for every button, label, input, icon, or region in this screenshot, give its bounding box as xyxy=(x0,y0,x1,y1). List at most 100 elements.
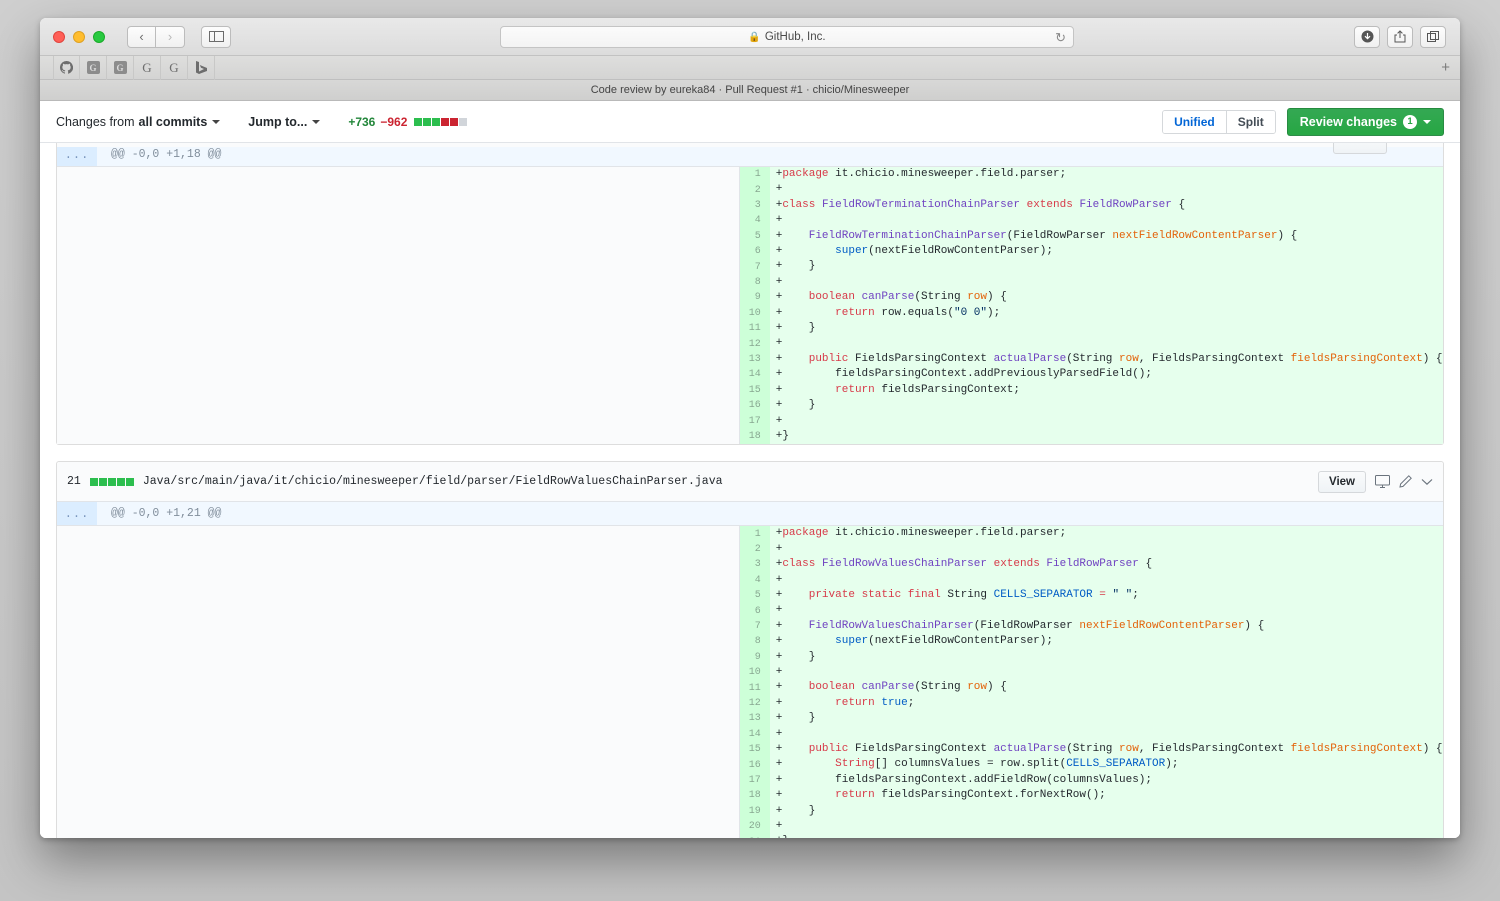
code-token: canParse xyxy=(861,681,915,694)
diff-code-cell[interactable]: + return true; xyxy=(769,695,1443,712)
download-icon[interactable] xyxy=(1354,25,1380,48)
code-token: (String xyxy=(1066,352,1120,365)
sidebar-icon[interactable] xyxy=(201,25,231,48)
view-file-button[interactable]: View xyxy=(1318,470,1366,493)
diff-scroll-area[interactable]: ... @@ -0,0 +1,18 @@ 1 +package it.chicio… xyxy=(40,143,1460,838)
diff-code-cell[interactable]: + public FieldsParsingContext actualPars… xyxy=(769,351,1443,368)
google-square-icon: G xyxy=(113,61,127,74)
code-token: fieldsParsingContext xyxy=(1290,743,1423,755)
code-token: CELLS_SEPARATOR xyxy=(993,588,1093,601)
diff-line-number: 2 xyxy=(739,541,770,558)
maximize-window-button[interactable] xyxy=(93,30,105,43)
diff-code-cell[interactable]: + return row.equals("0 0"); xyxy=(769,305,1443,322)
diff-code-cell[interactable]: + FieldRowTerminationChainParser(FieldRo… xyxy=(769,228,1443,245)
diff-code-cell[interactable]: + xyxy=(769,182,1443,198)
chevron-down-icon[interactable] xyxy=(1421,478,1433,486)
code-token: FieldRowParser xyxy=(1079,198,1172,211)
diff-line: 1 +package it.chicio.minesweeper.field.pa… xyxy=(57,167,1443,183)
diff-code-cell[interactable]: +class FieldRowTerminationChainParser ex… xyxy=(769,197,1443,214)
tab-overview-icon[interactable] xyxy=(1420,25,1446,48)
diff-code-cell[interactable]: + xyxy=(769,572,1443,588)
review-changes-button[interactable]: Review changes 1 xyxy=(1286,107,1444,136)
diff-code-cell[interactable]: + } xyxy=(769,711,1443,727)
diff-code-cell[interactable]: + boolean canParse(String row) { xyxy=(769,680,1443,696)
code-token: public xyxy=(808,352,849,365)
diff-code-cell[interactable]: + xyxy=(769,664,1443,681)
jump-to-dropdown[interactable]: Jump to... xyxy=(248,115,321,129)
diff-code-cell[interactable]: + xyxy=(769,541,1443,558)
code-token: fieldsParsingContext; xyxy=(874,383,1020,396)
diff-code-cell[interactable]: + xyxy=(769,213,1443,229)
diff-code-cell[interactable]: + xyxy=(769,413,1443,429)
code-token: + xyxy=(775,789,836,802)
reload-icon[interactable]: ↻ xyxy=(1055,30,1066,45)
diff-old-gutter xyxy=(57,819,741,835)
github-bookmark[interactable] xyxy=(53,55,80,80)
diff-code-cell[interactable]: +} xyxy=(769,428,1443,445)
changes-from-dropdown[interactable]: Changes from all commits xyxy=(56,115,221,129)
previous-file-header-cutoff xyxy=(56,143,1444,154)
diff-code-cell[interactable]: + xyxy=(769,726,1443,742)
diff-code-cell[interactable]: + super(nextFieldRowContentParser); xyxy=(769,634,1443,650)
diff-code-cell[interactable]: + } xyxy=(769,259,1443,275)
diff-code-cell[interactable]: + xyxy=(769,819,1443,835)
diff-table-1: 1 +package it.chicio.minesweeper.field.pa… xyxy=(57,167,1443,445)
code-token: + xyxy=(775,542,783,555)
code-token: package xyxy=(782,527,829,540)
diff-line: 11 + } xyxy=(57,321,1443,337)
diff-code-cell[interactable]: + xyxy=(769,336,1443,352)
new-tab-button[interactable]: + xyxy=(1441,60,1450,75)
diff-code-cell[interactable]: + return fieldsParsingContext; xyxy=(769,382,1443,399)
diff-code-cell[interactable]: + fieldsParsingContext.addPreviouslyPars… xyxy=(769,367,1443,383)
additions-count: +736 xyxy=(348,114,376,129)
diff-code-cell[interactable]: + private static final String CELLS_SEPA… xyxy=(769,587,1443,604)
diff-code-cell[interactable]: + } xyxy=(769,321,1443,337)
code-token: (nextFieldRowContentParser); xyxy=(868,635,1053,648)
share-icon[interactable] xyxy=(1387,25,1413,48)
previous-file-button-cutoff[interactable] xyxy=(1333,143,1387,154)
diff-code-cell[interactable]: + xyxy=(769,603,1443,619)
tab-split[interactable]: Split xyxy=(1225,110,1275,133)
file-path[interactable]: Java/src/main/java/it/chicio/minesweeper… xyxy=(143,475,723,488)
diff-code-cell[interactable]: + fieldsParsingContext.addFieldRow(colum… xyxy=(769,772,1443,789)
tab-unified[interactable]: Unified xyxy=(1163,110,1226,133)
diff-line: 13 + public FieldsParsingContext actualPa… xyxy=(57,351,1443,368)
diff-line-number: 16 xyxy=(739,398,770,414)
monitor-icon[interactable] xyxy=(1375,475,1390,489)
diff-code-cell[interactable]: +class FieldRowValuesChainParser extends… xyxy=(769,557,1443,573)
bing-bookmark[interactable] xyxy=(188,55,215,80)
google-bookmark-4[interactable]: G xyxy=(161,55,188,80)
code-token: [] columnsValues = row.split( xyxy=(874,758,1067,771)
diff-toolbar: Changes from all commits Jump to... +736… xyxy=(40,101,1460,143)
google-bookmark-1[interactable]: G xyxy=(80,55,107,80)
back-icon[interactable]: ‹ xyxy=(127,25,156,48)
diff-code-cell[interactable]: + } xyxy=(769,649,1443,665)
google-bookmark-3[interactable]: G xyxy=(134,55,161,80)
diff-code-cell[interactable]: + super(nextFieldRowContentParser); xyxy=(769,244,1443,260)
forward-icon[interactable]: › xyxy=(156,25,185,48)
diff-code-cell[interactable]: + } xyxy=(769,398,1443,414)
diff-code-cell[interactable]: + public FieldsParsingContext actualPars… xyxy=(769,742,1443,758)
diff-code-cell[interactable]: +package it.chicio.minesweeper.field.par… xyxy=(769,526,1443,542)
diff-line: 5 + FieldRowTerminationChainParser(FieldR… xyxy=(57,228,1443,245)
diff-old-gutter xyxy=(57,541,741,558)
diff-code-cell[interactable]: + xyxy=(769,274,1443,291)
close-window-button[interactable] xyxy=(53,30,65,43)
expand-hunk-button[interactable]: ... xyxy=(57,502,97,526)
address-bar[interactable]: 🔒 GitHub, Inc. ↻ xyxy=(500,26,1074,48)
diff-code-cell[interactable]: +package it.chicio.minesweeper.field.par… xyxy=(769,167,1443,183)
diff-code-cell[interactable]: +} xyxy=(769,834,1443,838)
diff-line-number: 3 xyxy=(739,557,770,573)
diff-code-cell[interactable]: + boolean canParse(String row) { xyxy=(769,290,1443,306)
diff-line: 9 + } xyxy=(57,649,1443,665)
code-token: + } xyxy=(775,260,816,273)
google-bookmark-2[interactable]: G xyxy=(107,55,134,80)
minimize-window-button[interactable] xyxy=(73,30,85,43)
pencil-icon[interactable] xyxy=(1399,475,1412,488)
diff-code-cell[interactable]: + return fieldsParsingContext.forNextRow… xyxy=(769,788,1443,804)
diff-line-number: 2 xyxy=(739,182,770,198)
diff-code-cell[interactable]: + String[] columnsValues = row.split(CEL… xyxy=(769,757,1443,773)
browser-window: ‹ › 🔒 GitHub, Inc. ↻ G G G G + Code revi… xyxy=(40,18,1460,838)
diff-code-cell[interactable]: + FieldRowValuesChainParser(FieldRowPars… xyxy=(769,618,1443,635)
diff-code-cell[interactable]: + } xyxy=(769,803,1443,820)
